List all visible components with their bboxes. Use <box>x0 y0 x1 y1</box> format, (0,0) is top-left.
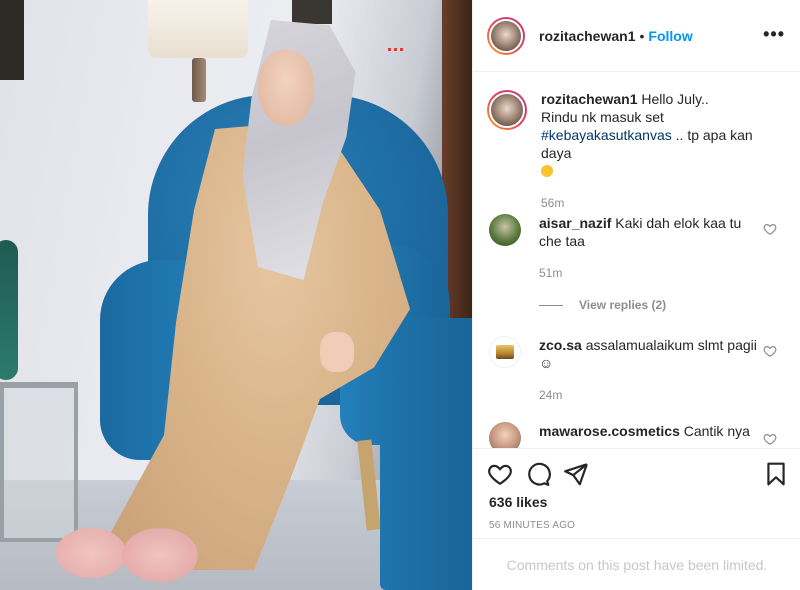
glass-side-table <box>0 382 78 542</box>
comment-time[interactable]: 51m <box>539 264 763 282</box>
replies-divider <box>539 304 563 306</box>
face <box>258 50 314 126</box>
caption-line1: Hello July.. <box>641 91 709 107</box>
avatar[interactable] <box>487 90 527 130</box>
plant <box>0 240 18 380</box>
comment-body: aisar_nazif Kaki dah elok kaa tu che taa… <box>539 214 763 282</box>
bookmark-icon[interactable] <box>763 461 789 487</box>
hand <box>320 332 354 372</box>
lamp-stem <box>192 58 206 102</box>
share-icon[interactable] <box>563 461 589 487</box>
comment-item: mawarose.cosmetics Cantik nya <box>487 422 787 448</box>
comments-limited-notice: Comments on this post have been limited. <box>473 538 800 590</box>
caption-time[interactable]: 56m <box>541 194 783 212</box>
lamp-shade <box>148 0 248 58</box>
avatar[interactable] <box>489 422 521 448</box>
comment-text: Cantik nya <box>683 423 750 439</box>
wall-frame <box>0 0 24 80</box>
comment-item: aisar_nazif Kaki dah elok kaa tu che taa… <box>487 214 787 282</box>
blue-ottoman <box>380 318 472 590</box>
like-heart-icon[interactable] <box>763 432 777 446</box>
view-replies-link[interactable]: View replies (2) <box>539 298 666 312</box>
post-sidebar: rozitachewan1 • Follow ••• rozitachewan1… <box>472 0 800 590</box>
post-photo[interactable] <box>0 0 472 590</box>
post-header: rozitachewan1 • Follow ••• <box>473 0 800 72</box>
comment-body: zco.sa assalamualaikum slmt pagii ☺ 24m <box>539 336 763 404</box>
post-actions: 636 likes 56 MINUTES AGO <box>473 448 800 538</box>
comment-body: mawarose.cosmetics Cantik nya <box>539 422 763 448</box>
follow-button[interactable]: Follow <box>648 28 692 44</box>
avatar[interactable] <box>489 214 521 246</box>
like-heart-icon[interactable] <box>763 344 777 358</box>
fluffy-slipper <box>56 528 126 578</box>
astonished-emoji-icon <box>541 165 553 177</box>
fluffy-slipper <box>122 528 198 582</box>
caption-username[interactable]: rozitachewan1 <box>541 91 637 107</box>
view-replies-label[interactable]: View replies (2) <box>579 298 666 312</box>
heart-icon[interactable] <box>487 461 513 487</box>
post-timestamp[interactable]: 56 MINUTES AGO <box>489 520 575 531</box>
comment-username[interactable]: aisar_nazif <box>539 215 611 231</box>
likes-count[interactable]: 636 likes <box>489 494 547 510</box>
avatar[interactable] <box>489 336 521 368</box>
comment-username[interactable]: mawarose.cosmetics <box>539 423 680 439</box>
comment-item: zco.sa assalamualaikum slmt pagii ☺ 24m <box>487 336 787 404</box>
more-options-icon[interactable]: ••• <box>763 24 785 44</box>
comment-username[interactable]: zco.sa <box>539 337 582 353</box>
caption-body: rozitachewan1 Hello July.. Rindu nk masu… <box>541 90 783 212</box>
instagram-post: rozitachewan1 • Follow ••• rozitachewan1… <box>0 0 800 590</box>
comments-list[interactable]: rozitachewan1 Hello July.. Rindu nk masu… <box>473 72 800 448</box>
comment-icon[interactable] <box>525 461 551 487</box>
caption-line2: Rindu nk masuk set <box>541 109 664 125</box>
like-heart-icon[interactable] <box>763 222 777 236</box>
comment-time[interactable]: 24m <box>539 386 763 404</box>
smiley-emoji-icon: ☺ <box>539 355 554 371</box>
header-username[interactable]: rozitachewan1 <box>539 28 635 44</box>
comment-text: assalamualaikum slmt pagii <box>585 337 757 353</box>
red-dots-mark <box>388 48 403 51</box>
separator-dot: • <box>639 27 645 44</box>
wall-frame-top <box>292 0 332 24</box>
caption: rozitachewan1 Hello July.. Rindu nk masu… <box>487 90 787 212</box>
hashtag-link[interactable]: #kebayakasutkanvas <box>541 127 672 143</box>
avatar[interactable] <box>487 16 525 55</box>
